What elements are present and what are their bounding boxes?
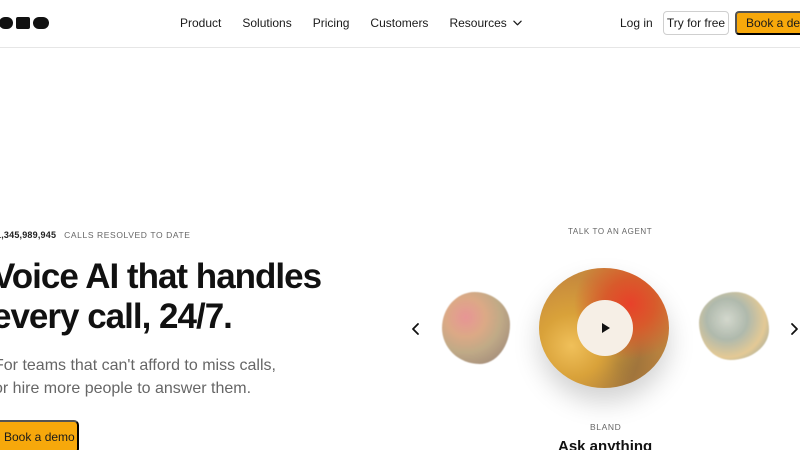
play-icon xyxy=(602,323,610,333)
play-button[interactable] xyxy=(577,300,633,356)
bland-logo[interactable] xyxy=(0,14,52,32)
book-demo-hero-button[interactable]: Book a demo xyxy=(0,420,79,450)
nav-item-customers[interactable]: Customers xyxy=(370,16,428,30)
nav-item-resources-label: Resources xyxy=(449,16,507,30)
agent-orb-next[interactable] xyxy=(699,292,769,360)
try-for-free-button[interactable]: Try for free xyxy=(663,11,729,35)
agent-orb-previous[interactable] xyxy=(442,292,510,364)
chevron-left-icon[interactable] xyxy=(410,322,422,336)
nav-item-product[interactable]: Product xyxy=(180,16,221,30)
calls-resolved-label: CALLS RESOLVED TO DATE xyxy=(64,230,191,240)
chevron-right-icon[interactable] xyxy=(788,322,800,336)
chevron-down-icon xyxy=(513,20,522,26)
top-navigation: Product Solutions Pricing Customers Reso… xyxy=(0,0,800,48)
hero-subheadline: For teams that can't afford to miss call… xyxy=(0,354,276,400)
agent-name: BLAND xyxy=(590,422,622,432)
book-demo-nav-button[interactable]: Book a demo xyxy=(735,11,800,35)
calls-stat: 1,345,989,945 CALLS RESOLVED TO DATE xyxy=(0,230,191,240)
login-link[interactable]: Log in xyxy=(620,16,653,30)
hero-headline: Voice AI that handles every call, 24/7. xyxy=(0,257,322,337)
talk-to-agent-label: TALK TO AN AGENT xyxy=(568,227,653,236)
hero-subheadline-line2: or hire more people to answer them. xyxy=(0,380,252,397)
hero-subheadline-line1: For teams that can't afford to miss call… xyxy=(0,357,276,374)
hero-headline-line2: every call, 24/7. xyxy=(0,297,233,336)
nav-item-resources[interactable]: Resources xyxy=(449,16,522,30)
nav-links: Product Solutions Pricing Customers Reso… xyxy=(180,0,543,46)
nav-item-solutions[interactable]: Solutions xyxy=(242,16,291,30)
nav-item-pricing[interactable]: Pricing xyxy=(313,16,350,30)
calls-resolved-count: 1,345,989,945 xyxy=(0,230,57,240)
agent-title: Ask anything xyxy=(558,438,653,450)
hero-headline-line1: Voice AI that handles xyxy=(0,257,322,296)
